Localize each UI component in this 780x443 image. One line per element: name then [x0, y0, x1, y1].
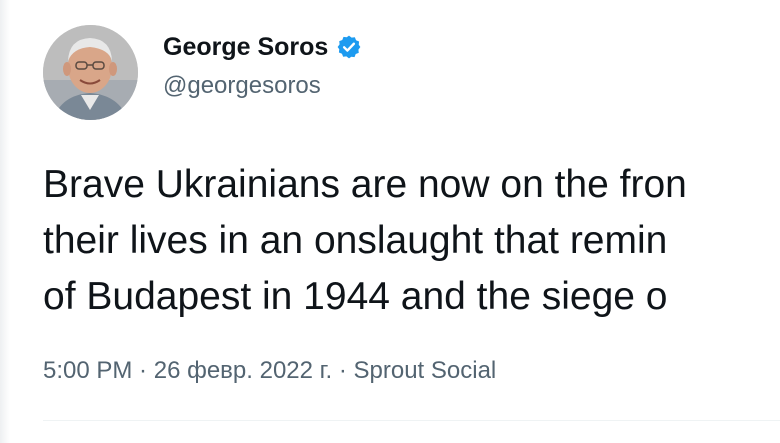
meta-separator: ·: [132, 357, 154, 384]
verified-badge-icon: [336, 34, 362, 60]
tweet-line: Brave Ukrainians are now on the fron: [43, 163, 687, 206]
tweet-time[interactable]: 5:00 PM: [43, 357, 132, 384]
tweet-card: George Soros @georgesoros Brave Ukrainia…: [0, 0, 780, 443]
display-name[interactable]: George Soros: [163, 33, 328, 62]
tweet-line: of Budapest in 1944 and the siege o: [43, 275, 668, 318]
avatar[interactable]: [43, 25, 138, 120]
name-row: George Soros: [163, 30, 362, 64]
tweet-source[interactable]: Sprout Social: [354, 357, 497, 384]
meta-separator: ·: [332, 357, 354, 384]
author-block: George Soros @georgesoros: [163, 30, 362, 100]
tweet-text: Brave Ukrainians are now on the fron the…: [43, 157, 780, 325]
tweet-date[interactable]: 26 февр. 2022 г.: [154, 357, 332, 384]
tweet-line: their lives in an onslaught that remin: [43, 219, 668, 262]
tweet-meta: 5:00 PM · 26 февр. 2022 г. · Sprout Soci…: [43, 357, 496, 385]
divider: [43, 420, 780, 421]
panel-edge: [0, 0, 10, 443]
handle[interactable]: @georgesoros: [163, 72, 362, 100]
avatar-photo: [43, 25, 138, 120]
